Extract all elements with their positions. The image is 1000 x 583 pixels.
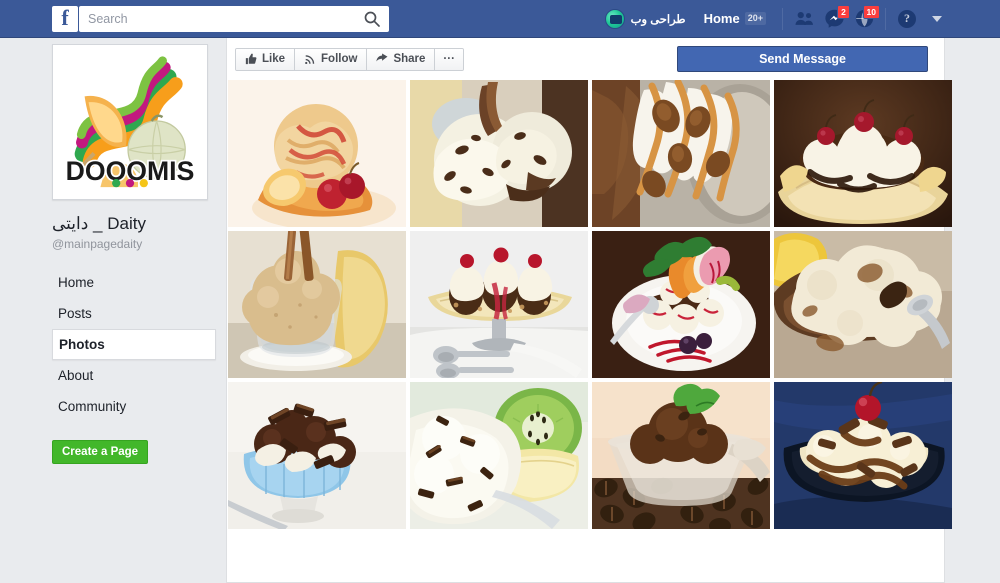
current-user-name: طراحی وب — [630, 13, 686, 26]
sidebar-item-photos[interactable]: Photos — [52, 329, 216, 361]
account-menu-chevron-down-icon[interactable] — [922, 6, 952, 32]
photo-tile[interactable] — [774, 80, 952, 227]
share-arrow-icon — [376, 53, 388, 65]
photo-tile[interactable] — [774, 231, 952, 378]
search-input[interactable] — [88, 6, 358, 31]
more-options-button[interactable]: ··· — [435, 48, 463, 70]
photo-grid — [227, 80, 952, 529]
home-nav-link[interactable]: Home 20+ — [694, 5, 776, 33]
sidebar-item-label: Community — [58, 399, 127, 415]
page-body: DOOOMIS دایتی _ Daity @mainpagedaity Hom… — [0, 38, 1000, 583]
photo-tile[interactable] — [228, 80, 406, 227]
notifications-globe-icon[interactable]: 10 — [849, 4, 880, 32]
avatar — [604, 8, 625, 29]
page-nav-list: Home Posts Photos About Community — [52, 267, 216, 422]
home-count-badge: 20+ — [744, 12, 766, 25]
sidebar-item-label: About — [58, 368, 94, 384]
photo-tile[interactable] — [410, 231, 588, 378]
ellipsis-icon: ··· — [443, 53, 455, 65]
help-icon[interactable]: ? — [892, 6, 922, 32]
help-question-glyph: ? — [898, 9, 916, 28]
sidebar-item-home[interactable]: Home — [52, 267, 216, 298]
photo-tile[interactable] — [410, 80, 588, 227]
page-sidebar: DOOOMIS دایتی _ Daity @mainpagedaity Hom… — [52, 44, 218, 465]
like-button-label: Like — [262, 53, 286, 65]
caret-shape — [932, 15, 942, 22]
divider — [782, 7, 783, 30]
like-button[interactable]: Like — [236, 48, 296, 70]
search-icon[interactable] — [363, 10, 381, 28]
photo-tile[interactable] — [228, 231, 406, 378]
sidebar-item-label: Photos — [59, 337, 105, 353]
photo-tile[interactable] — [228, 382, 406, 529]
page-action-button-group: Like Follow Share ··· — [235, 47, 464, 71]
friend-requests-icon[interactable] — [789, 6, 819, 32]
sidebar-item-label: Posts — [58, 306, 92, 322]
divider — [885, 7, 886, 30]
current-user-link[interactable]: طراحی وب — [597, 5, 694, 33]
sidebar-item-posts[interactable]: Posts — [52, 298, 216, 329]
sidebar-item-label: Home — [58, 275, 95, 291]
page-username-handle: @mainpagedaity — [52, 237, 143, 252]
home-label: Home — [703, 11, 740, 26]
search-box[interactable] — [79, 5, 389, 32]
photo-tile[interactable] — [774, 382, 952, 529]
follow-button-label: Follow — [321, 53, 358, 65]
page-action-bar: Like Follow Share ··· Send Message — [227, 38, 944, 80]
photo-tile[interactable] — [410, 382, 588, 529]
rss-follow-icon — [304, 53, 316, 65]
share-button[interactable]: Share — [367, 48, 436, 70]
sidebar-item-community[interactable]: Community — [52, 391, 216, 422]
dooomis-logo: DOOOMIS — [57, 49, 203, 195]
photo-tile[interactable] — [592, 80, 770, 227]
page-title: دایتی _ Daity — [52, 214, 146, 233]
notifications-badge: 10 — [862, 4, 880, 19]
facebook-top-navbar: f طراحی وب Home 20+ — [0, 0, 1000, 38]
thumbs-up-icon — [245, 53, 257, 65]
messenger-icon[interactable]: 2 — [819, 4, 850, 32]
create-a-page-button[interactable]: Create a Page — [52, 440, 149, 465]
facebook-logo-icon[interactable]: f — [52, 5, 78, 32]
photo-tile[interactable] — [592, 231, 770, 378]
send-message-button[interactable]: Send Message — [677, 46, 928, 72]
follow-button[interactable]: Follow — [295, 48, 368, 70]
page-profile-picture[interactable]: DOOOMIS — [52, 44, 208, 200]
photo-tile[interactable] — [592, 382, 770, 529]
topbar-right-cluster: طراحی وب Home 20+ 2 10 ? — [597, 0, 1000, 38]
sidebar-item-about[interactable]: About — [52, 360, 216, 391]
share-button-label: Share — [393, 53, 426, 65]
page-content-panel: Like Follow Share ··· Send Message — [226, 38, 952, 583]
